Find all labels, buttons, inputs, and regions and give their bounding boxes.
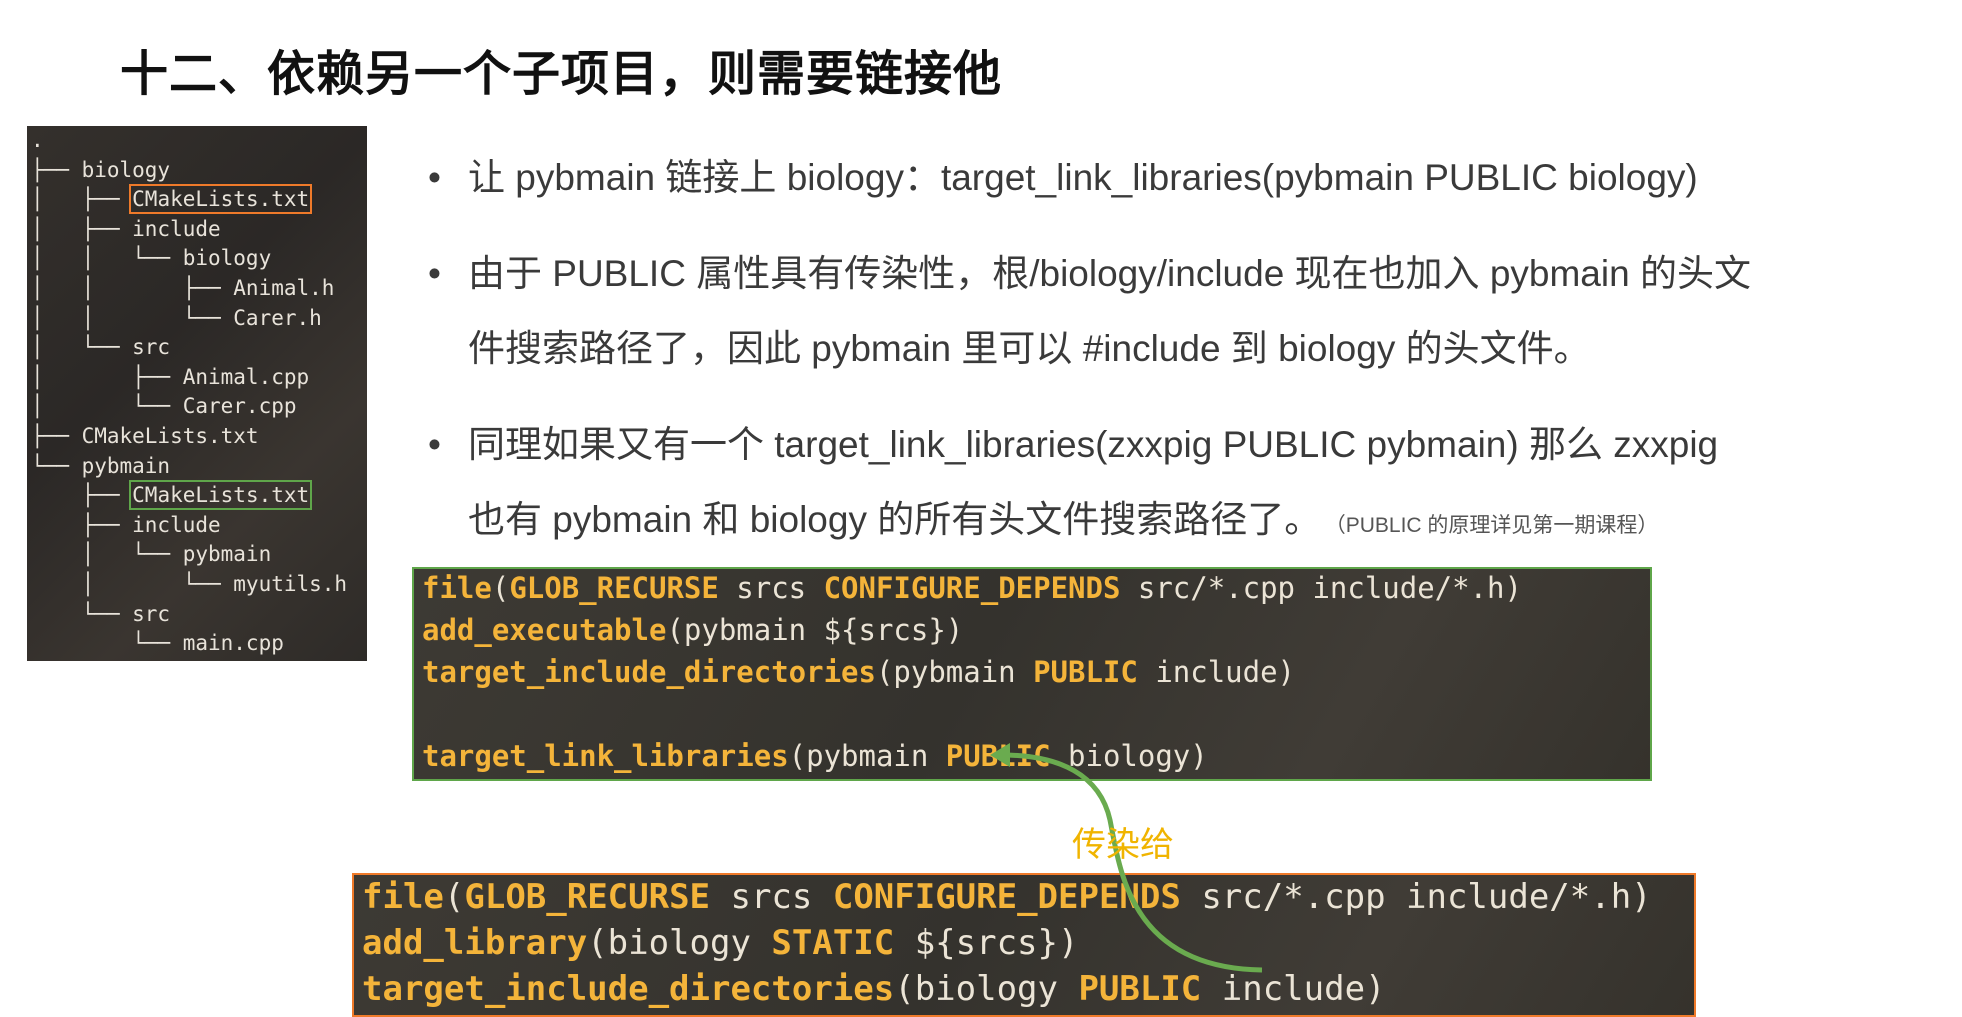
tree-line: ├── CMakeLists.txt <box>31 480 313 511</box>
code-keyword: CONFIGURE_DEPENDS <box>832 877 1181 917</box>
code-keyword: target_include_directories <box>422 655 876 689</box>
code-text: (pybmain <box>875 655 1034 689</box>
tree-line: │ └── pybmain <box>31 542 272 567</box>
code-line: target_link_libraries(pybmain PUBLIC bio… <box>422 739 1208 773</box>
pybmain-cmakelists-highlight: CMakeLists.txt <box>129 480 313 511</box>
code-keyword: file <box>422 571 492 605</box>
code-keyword: PUBLIC <box>945 739 1051 773</box>
bullet-text: 也有 pybmain 和 biology 的所有头文件搜索路径了。 （PUBLIC… <box>468 482 1908 563</box>
code-keyword: target_include_directories <box>362 969 895 1009</box>
tree-line: │ └── Carer.cpp <box>31 394 297 419</box>
biology-cmake-code: file(GLOB_RECURSE srcs CONFIGURE_DEPENDS… <box>352 873 1696 1017</box>
code-line: target_include_directories(biology PUBLI… <box>362 969 1386 1009</box>
bullet-text: 同理如果又有一个 target_link_libraries(zxxpig PU… <box>468 424 1719 465</box>
tree-line: ├── CMakeLists.txt <box>31 424 259 448</box>
code-text: ${srcs}) <box>894 923 1079 963</box>
code-text: (pybmain <box>788 739 946 773</box>
code-text: src/*.cpp include/*.h) <box>1180 877 1652 917</box>
tree-line: │ ├── CMakeLists.txt <box>31 184 313 215</box>
tree-line: ├── include <box>31 512 221 537</box>
bullet-dot: • <box>428 253 441 294</box>
code-text: (biology <box>894 969 1079 1009</box>
tree-line: ├── biology <box>31 157 171 182</box>
code-text: ( <box>443 877 465 917</box>
code-text: (pybmain ${srcs}) <box>666 613 964 647</box>
code-line: add_executable(pybmain ${srcs}) <box>422 613 963 647</box>
tree-line: │ └── src <box>31 335 171 360</box>
file-tree-panel: . ├── biology │ ├── CMakeLists.txt │ ├──… <box>27 126 367 661</box>
bullet-note: （PUBLIC 的原理详见第一期课程） <box>1335 514 1659 537</box>
bullet-text: 让 pybmain 链接上 biology：target_link_librar… <box>468 157 1698 198</box>
bullet-text: 件搜索路径了，因此 pybmain 里可以 #include 到 biology… <box>468 328 1591 369</box>
code-text: include) <box>1201 969 1386 1009</box>
tree-line: │ ├── Animal.cpp <box>31 364 310 389</box>
code-keyword: add_library <box>362 923 588 963</box>
code-keyword: PUBLIC <box>1033 655 1138 689</box>
bullet-dot: • <box>428 157 441 198</box>
page-title: 十二、依赖另一个子项目，则需要链接他 <box>120 46 1003 102</box>
code-keyword: GLOB_RECURSE <box>509 571 719 605</box>
code-text: srcs <box>718 571 824 605</box>
code-keyword: GLOB_RECURSE <box>464 877 711 917</box>
tree-line: │ │ ├── Animal.h <box>31 276 335 300</box>
tree-line: └── main.cpp <box>31 631 284 656</box>
code-text: include) <box>1137 655 1295 689</box>
code-text: srcs <box>710 877 833 917</box>
tree-line: │ └── myutils.h <box>31 572 348 596</box>
tree-line: │ │ └── Carer.h <box>31 305 322 330</box>
propagate-label: 传染给 <box>1072 825 1174 865</box>
tree-line: │ │ └── biology <box>31 246 272 271</box>
code-keyword: CONFIGURE_DEPENDS <box>823 571 1121 605</box>
code-keyword: file <box>362 877 444 917</box>
code-keyword: add_executable <box>422 613 667 647</box>
code-keyword: target_link_libraries <box>422 739 789 773</box>
code-text: biology) <box>1050 739 1208 773</box>
code-line: add_library(biology STATIC ${srcs}) <box>362 923 1078 963</box>
bullet-text-main: 也有 pybmain 和 biology 的所有头文件搜索路径了。 <box>468 499 1322 540</box>
biology-cmakelists-highlight: CMakeLists.txt <box>129 184 313 215</box>
code-line: file(GLOB_RECURSE srcs CONFIGURE_DEPENDS… <box>422 571 1522 605</box>
bullet-text: 由于 PUBLIC 属性具有传染性，根/biology/include 现在也加… <box>468 253 1751 294</box>
tree-line: │ ├── include <box>31 216 221 241</box>
code-keyword: PUBLIC <box>1078 969 1202 1009</box>
tree-line: . <box>31 128 44 152</box>
code-line: file(GLOB_RECURSE srcs CONFIGURE_DEPENDS… <box>362 877 1652 917</box>
code-keyword: STATIC <box>771 923 895 963</box>
code-text: ( <box>491 571 510 605</box>
tree-line: └── pybmain <box>31 453 171 478</box>
code-text: (biology <box>587 923 772 963</box>
pybmain-cmake-code: file(GLOB_RECURSE srcs CONFIGURE_DEPENDS… <box>412 567 1652 781</box>
tree-line: └── src <box>31 601 171 626</box>
code-text: src/*.cpp include/*.h) <box>1120 571 1522 605</box>
code-line: target_include_directories(pybmain PUBLI… <box>422 655 1295 689</box>
bullet-dot: • <box>428 424 441 465</box>
